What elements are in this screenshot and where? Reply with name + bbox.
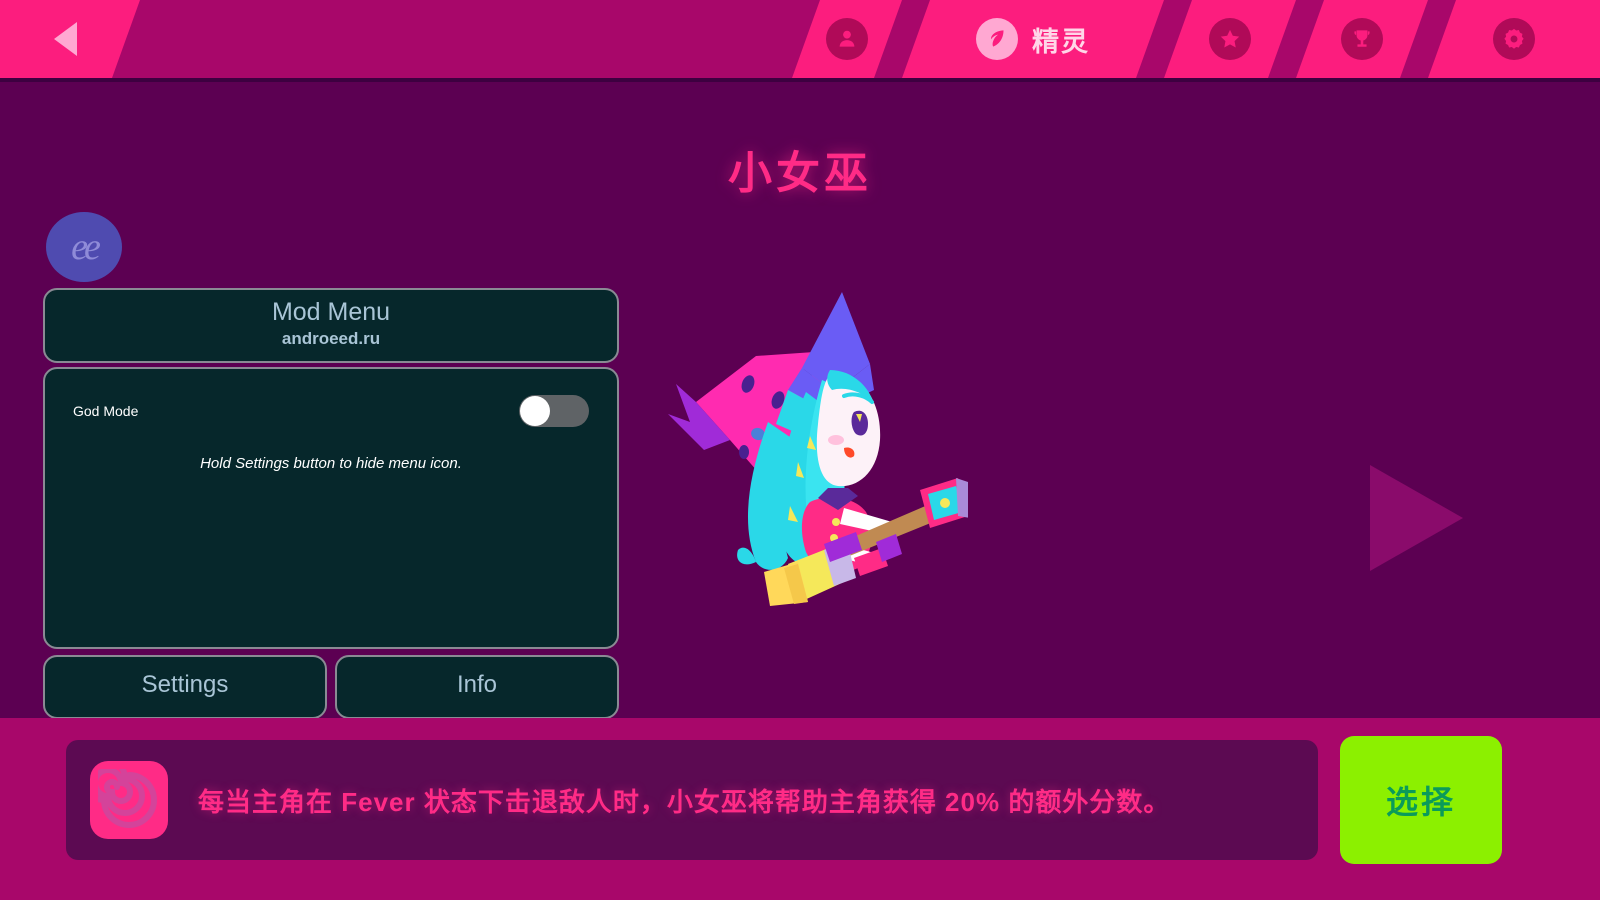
nav-tab-achievements[interactable] xyxy=(1296,0,1428,78)
mod-menu-header-panel: Mod Menu androeed.ru xyxy=(43,288,619,363)
nav-tab-group: 精灵 xyxy=(752,0,1600,78)
app-logo-text: ee xyxy=(71,226,101,268)
god-mode-toggle[interactable] xyxy=(519,395,589,427)
info-button[interactable]: Info xyxy=(335,655,619,719)
select-button[interactable]: 选择 xyxy=(1340,736,1502,864)
app-logo-badge: ee xyxy=(46,212,122,282)
skill-description-text: 每当主角在 Fever 状态下击退敌人时，小女巫将帮助主角获得 20% 的额外分… xyxy=(198,786,1171,817)
god-mode-label: God Mode xyxy=(73,403,139,419)
next-arrow-icon[interactable] xyxy=(1370,465,1463,571)
trophy-icon xyxy=(1341,18,1383,60)
back-button[interactable] xyxy=(0,0,140,78)
mod-menu-hint: Hold Settings button to hide menu icon. xyxy=(200,455,462,472)
main-content-area: 小女巫 ee Mod Menu androeed.ru God Mode Hol… xyxy=(0,82,1600,719)
nav-tab-spirit[interactable]: 精灵 xyxy=(902,0,1164,78)
settings-button[interactable]: Settings xyxy=(43,655,327,719)
nav-tab-collection[interactable] xyxy=(1164,0,1296,78)
skill-description-card: 每当主角在 Fever 状态下击退敌人时，小女巫将帮助主角获得 20% 的额外分… xyxy=(66,740,1318,860)
spiral-icon xyxy=(90,761,168,839)
nav-tab-settings[interactable] xyxy=(1428,0,1600,78)
nav-tab-spirit-label: 精灵 xyxy=(1032,26,1090,57)
page-title: 小女巫 xyxy=(728,149,872,198)
mod-option-row: God Mode xyxy=(73,395,589,427)
star-icon xyxy=(1209,18,1251,60)
mod-menu-body-panel: God Mode Hold Settings button to hide me… xyxy=(43,367,619,649)
mod-menu-title: Mod Menu xyxy=(271,298,391,326)
top-navigation-bar: 精灵 xyxy=(0,0,1600,82)
mod-menu-button-row: Settings Info xyxy=(43,655,619,719)
little-witch-illustration xyxy=(638,272,970,617)
mod-menu-subtitle: androeed.ru xyxy=(281,329,381,348)
toggle-knob xyxy=(520,396,550,426)
gear-icon xyxy=(1493,18,1535,60)
leaf-icon xyxy=(976,18,1018,60)
person-icon xyxy=(826,18,868,60)
mod-menu-overlay: Mod Menu androeed.ru God Mode Hold Setti… xyxy=(43,288,619,719)
nav-tab-profile[interactable] xyxy=(792,0,902,78)
back-triangle-icon xyxy=(53,22,77,56)
